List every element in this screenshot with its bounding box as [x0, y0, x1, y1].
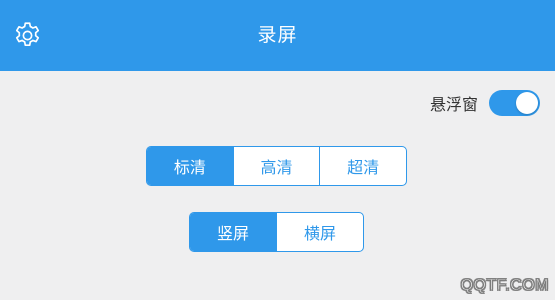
quality-option-sd[interactable]: 标清: [147, 147, 233, 185]
orientation-option-landscape[interactable]: 横屏: [276, 213, 363, 251]
app-header: 录屏: [0, 0, 555, 71]
quality-option-hd[interactable]: 高清: [232, 147, 320, 185]
page-title: 录屏: [257, 24, 298, 46]
quality-option-uhd[interactable]: 超清: [319, 147, 406, 185]
watermark: QQTF.COM: [460, 277, 549, 295]
quality-segmented-control: 标清 高清 超清: [146, 146, 407, 186]
orientation-option-portrait[interactable]: 竖屏: [190, 213, 276, 251]
float-window-row: 悬浮窗: [430, 89, 540, 117]
toggle-knob: [516, 92, 538, 114]
float-window-label: 悬浮窗: [429, 95, 478, 114]
orientation-segmented-control: 竖屏 横屏: [189, 212, 364, 252]
float-window-toggle[interactable]: [489, 90, 540, 116]
